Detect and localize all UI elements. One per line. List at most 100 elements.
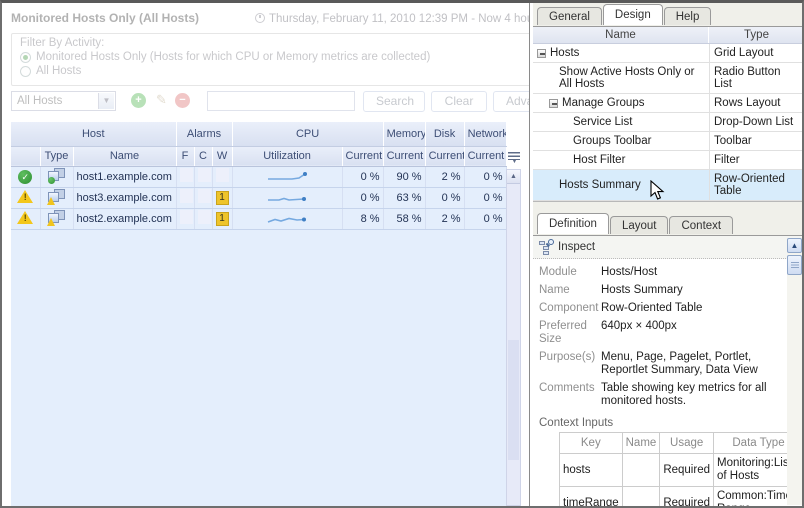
column-header-type[interactable]: Type <box>40 146 74 167</box>
clock-icon <box>255 13 265 23</box>
tree-node-type: Radio Button List <box>709 63 802 93</box>
tree-node-type: Grid Layout <box>709 44 802 62</box>
tab-layout[interactable]: Layout <box>609 216 669 234</box>
edit-group-icon[interactable]: ✎ <box>154 93 169 108</box>
table-options-icon[interactable]: ▼ <box>508 151 522 165</box>
host-name-link[interactable]: host1.example.com <box>73 166 177 188</box>
collapse-icon[interactable] <box>537 48 546 58</box>
memory-current: 63 % <box>383 187 426 209</box>
tree-row-service-list[interactable]: Service List Drop-Down List <box>533 113 802 132</box>
column-group-memory[interactable]: Memory <box>383 122 426 147</box>
tree-row-manage-groups[interactable]: Manage Groups Rows Layout <box>533 94 802 113</box>
property-label: Purpose(s) <box>539 351 596 363</box>
tree-row-host-filter[interactable]: Host Filter Filter <box>533 151 802 170</box>
disabled-preview-header: Monitored Hosts Only (All Hosts) Thursda… <box>2 3 529 121</box>
add-group-icon[interactable]: + <box>131 93 146 108</box>
property-label: Name <box>539 284 570 296</box>
tree-node-type: Row-Oriented Table <box>709 170 802 200</box>
host-name-link[interactable]: host3.example.com <box>73 187 177 209</box>
tree-row-hosts-summary[interactable]: Hosts Summary Row-Oriented Table <box>533 170 802 201</box>
search-button[interactable]: Search <box>363 91 425 112</box>
column-header-utilization[interactable]: Utilization <box>232 146 343 167</box>
host-row-host3[interactable]: ! host3.example.com 1 0 % 63 % 0 % 0 % <box>11 187 507 209</box>
alarm-cell-empty <box>197 189 211 203</box>
radio-all-hosts[interactable]: All Hosts <box>20 65 529 77</box>
memory-current: 90 % <box>383 166 426 188</box>
radio-icon[interactable] <box>20 65 31 77</box>
column-header-f[interactable]: F <box>176 146 195 167</box>
column-header-name[interactable]: Name <box>73 146 177 167</box>
collapse-icon[interactable] <box>549 98 558 108</box>
memory-current: 58 % <box>383 208 426 230</box>
column-group-disk[interactable]: Disk <box>425 122 465 147</box>
warning-alarm-badge[interactable]: 1 <box>215 190 229 205</box>
property-label: Comments <box>539 382 595 394</box>
tab-definition[interactable]: Definition <box>537 213 609 234</box>
chevron-down-icon[interactable]: ▼ <box>98 93 114 109</box>
column-group-cpu[interactable]: CPU <box>232 122 384 147</box>
ctx-cell <box>621 453 661 487</box>
column-header-w[interactable]: W <box>212 146 233 167</box>
column-group-alarms[interactable]: Alarms <box>176 122 233 147</box>
scrollbar-thumb[interactable] <box>787 255 802 275</box>
column-header-current[interactable]: Current <box>383 146 426 167</box>
search-input[interactable] <box>207 91 355 111</box>
ctx-cell <box>621 486 661 506</box>
tab-general[interactable]: General <box>537 7 602 25</box>
tree-node-label: Host Filter <box>573 154 626 166</box>
tree-node-label: Hosts Summary <box>559 179 641 191</box>
table-empty-area <box>11 229 507 506</box>
property-label: Component <box>539 302 599 314</box>
radio-label: Monitored Hosts Only (Hosts for which CP… <box>36 51 431 63</box>
column-header-current[interactable]: Current <box>425 146 465 167</box>
tree-row-groups-toolbar[interactable]: Groups Toolbar Toolbar <box>533 132 802 151</box>
ctx-col-key: Key <box>559 432 623 454</box>
definition-properties: Module Hosts/Host Name Hosts Summary Compone… <box>533 259 802 415</box>
tree-node-label: Hosts <box>550 47 580 59</box>
column-header-c[interactable]: C <box>194 146 213 167</box>
clear-button[interactable]: Clear <box>431 91 487 112</box>
host-type-icon <box>48 167 65 184</box>
scroll-up-icon[interactable]: ▲ <box>507 170 520 184</box>
property-value: Row-Oriented Table <box>601 302 703 314</box>
host-row-host2[interactable]: ! host2.example.com 1 8 % 58 % 2 % 0 % <box>11 208 507 230</box>
ctx-cell: hosts <box>559 453 623 487</box>
column-header-current[interactable]: Current <box>342 146 384 167</box>
mouse-cursor <box>650 180 665 200</box>
property-value: Menu, Page, Pagelet, Portlet, Reportlet … <box>601 351 758 376</box>
host-name-link[interactable]: host2.example.com <box>73 208 177 230</box>
inspect-button[interactable]: Inspect <box>533 236 802 259</box>
column-header-status[interactable] <box>11 146 41 167</box>
column-header-current[interactable]: Current <box>464 146 507 167</box>
tree-row-show-active-hosts-only-or-all-hosts[interactable]: Show Active Hosts Only or All Hosts Radio… <box>533 63 802 94</box>
tab-context[interactable]: Context <box>669 216 734 234</box>
time-range-control[interactable]: Thursday, February 11, 2010 12:39 PM - N… <box>255 12 529 25</box>
detail-panel: Definition Layout Context Inspect Module Ho… <box>533 212 802 506</box>
status-warning-icon: ! <box>17 189 34 203</box>
warning-alarm-badge[interactable]: 1 <box>215 211 229 226</box>
radio-monitored-hosts-only[interactable]: Monitored Hosts Only (Hosts for which CP… <box>20 51 529 63</box>
column-group-host[interactable]: Host <box>11 122 177 147</box>
tab-help[interactable]: Help <box>663 7 712 25</box>
tree-row-hosts[interactable]: Hosts Grid Layout <box>533 44 802 63</box>
alarm-cell-empty <box>179 168 193 182</box>
host-row-host1[interactable]: ✓ host1.example.com 0 % 90 % 2 % 0 % <box>11 166 507 188</box>
remove-group-icon[interactable]: − <box>175 93 190 108</box>
scrollbar-thumb[interactable] <box>508 340 519 460</box>
filter-by-activity-group: Filter By Activity: Monitored Hosts Only… <box>11 33 529 86</box>
ctx-cell: Required <box>659 453 714 487</box>
advanced-button[interactable]: Advanced <box>493 91 529 112</box>
inspect-icon <box>539 238 554 255</box>
group-select[interactable]: All Hosts ▼ <box>11 91 116 111</box>
column-group-network[interactable]: Network <box>464 122 507 147</box>
radio-icon[interactable] <box>20 51 31 63</box>
scroll-up-icon[interactable]: ▲ <box>787 238 802 253</box>
tree-node-type: Toolbar <box>709 132 802 150</box>
hosts-table-scrollbar[interactable]: ▲ <box>506 169 521 506</box>
property-row: Name Hosts Summary <box>539 284 784 297</box>
property-value: Hosts/Host <box>601 266 658 278</box>
hosts-toolbar: All Hosts ▼ + ✎ − Search Clear Advanced <box>11 91 529 115</box>
detail-scrollbar[interactable]: ▲ <box>787 238 802 505</box>
page-title: Monitored Hosts Only (All Hosts) <box>11 11 200 25</box>
tab-design[interactable]: Design <box>602 4 663 25</box>
